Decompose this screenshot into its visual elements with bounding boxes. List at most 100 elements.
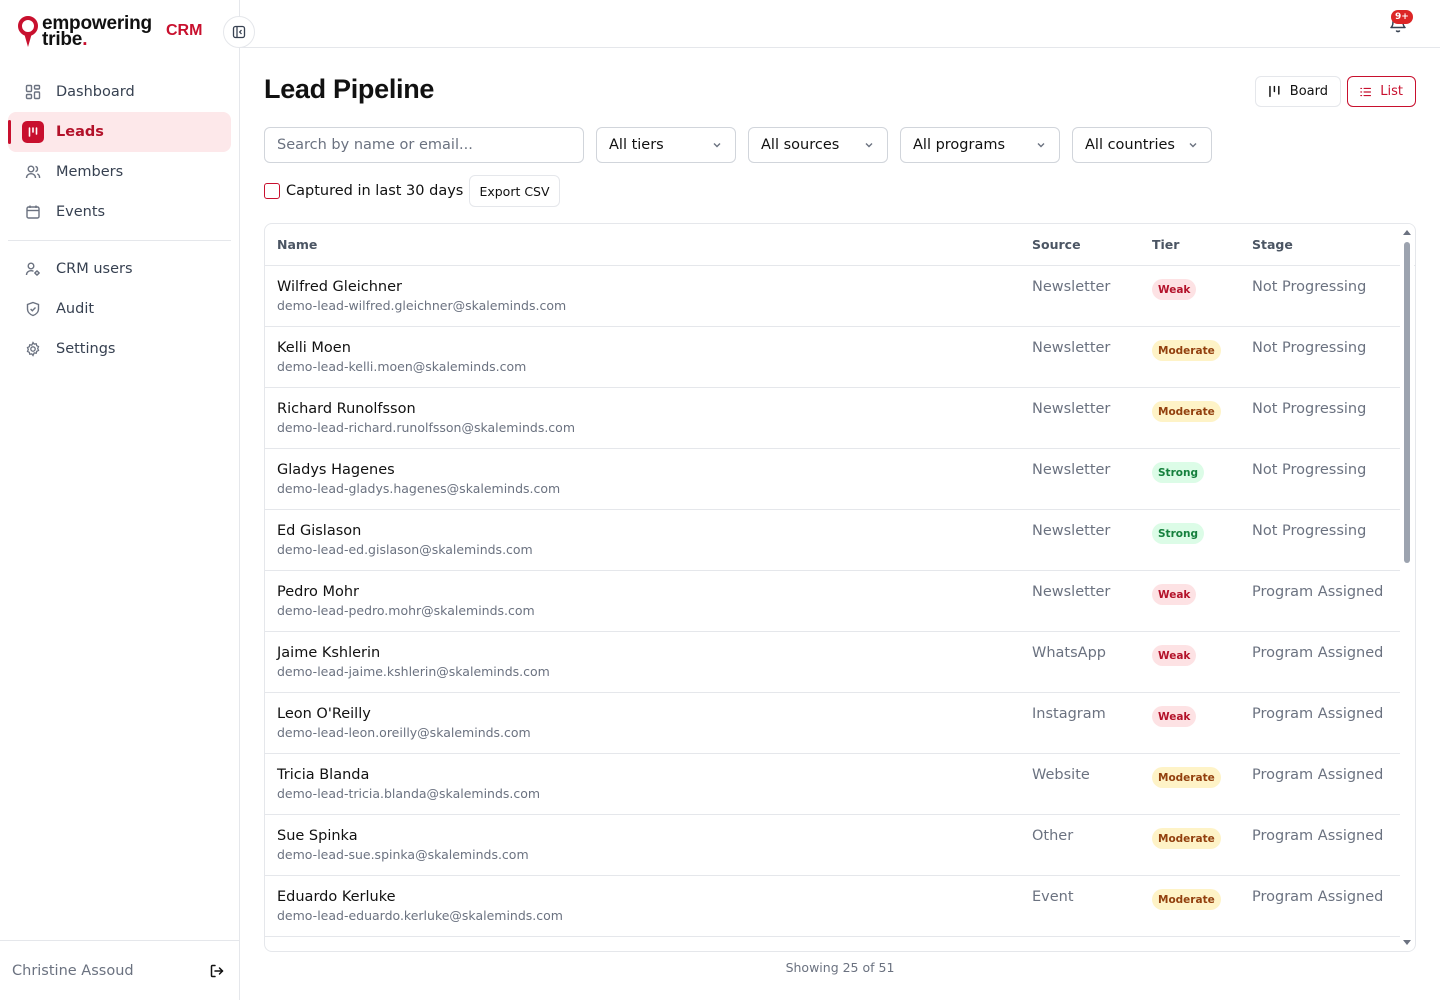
sidebar-item-leads[interactable]: Leads (8, 112, 231, 152)
leads-table: Name Source Tier Stage Wilfred Gleichner… (264, 223, 1416, 952)
lead-source: Instagram (1032, 706, 1106, 722)
panel-collapse-icon (232, 25, 246, 39)
country-filter-select[interactable]: All countries (1072, 127, 1212, 163)
page-title: Lead Pipeline (264, 74, 435, 104)
brand-line2: tribe (42, 29, 83, 50)
recent-capture-filter: Captured in last 30 days (264, 175, 463, 207)
table-row[interactable]: Richard Runolfsson demo-lead-richard.runo… (265, 388, 1401, 449)
column-header-stage[interactable]: Stage (1252, 237, 1293, 252)
lead-email: demo-lead-sue.spinka@skaleminds.com (277, 847, 529, 862)
sidebar-item-audit[interactable]: Audit (8, 289, 231, 329)
logout-icon[interactable] (207, 961, 227, 981)
program-filter-select[interactable]: All programs (900, 127, 1060, 163)
lead-stage: Program Assigned (1252, 706, 1384, 722)
lead-name: Pedro Mohr (277, 584, 360, 600)
table-header: Name Source Tier Stage (265, 224, 1415, 266)
recent-capture-checkbox[interactable] (264, 183, 280, 199)
list-view-label: List (1380, 84, 1403, 99)
top-bar (240, 0, 1440, 48)
table-row[interactable]: Sue Spinka demo-lead-sue.spinka@skalemind… (265, 815, 1401, 876)
board-view-label: Board (1289, 84, 1328, 99)
brand-logo[interactable]: empowering tribe. (18, 14, 152, 50)
tier-filter-select[interactable]: All tiers (596, 127, 736, 163)
scroll-up-arrow-icon[interactable] (1403, 230, 1411, 235)
lead-name: Gladys Hagenes (277, 462, 395, 478)
table-row[interactable]: Gladys Hagenes demo-lead-gladys.hagenes@s… (265, 449, 1401, 510)
lead-name: Jaime Kshlerin (277, 645, 381, 661)
lead-email: demo-lead-jaime.kshlerin@skaleminds.com (277, 664, 550, 679)
brand-wordmark: empowering tribe. (42, 14, 152, 50)
sidebar-footer: Christine Assoud (0, 940, 239, 1000)
lead-stage: Not Progressing (1252, 340, 1367, 356)
table-row[interactable]: Jaime Kshlerin demo-lead-jaime.kshlerin@s… (265, 632, 1401, 693)
chevron-down-icon (865, 143, 873, 148)
chevron-down-icon (713, 143, 721, 148)
lead-stage: Not Progressing (1252, 279, 1367, 295)
lead-stage: Not Progressing (1252, 462, 1367, 478)
table-row[interactable]: Eduardo Kerluke demo-lead-eduardo.kerluke… (265, 876, 1401, 937)
board-icon (1269, 85, 1280, 98)
calendar-icon (24, 203, 42, 221)
sidebar-item-dashboard[interactable]: Dashboard (8, 72, 231, 112)
table-row[interactable]: Leon O'Reilly demo-lead-leon.oreilly@skal… (265, 693, 1401, 754)
lead-stage: Not Progressing (1252, 523, 1367, 539)
sidebar-item-crm-users[interactable]: CRM users (8, 249, 231, 289)
gear-icon (24, 340, 42, 358)
sidebar-item-events[interactable]: Events (8, 192, 231, 232)
tier-badge: Moderate (1152, 828, 1221, 849)
pagination-status: Showing 25 of 51 (785, 960, 895, 975)
sidebar-item-settings[interactable]: Settings (8, 329, 231, 369)
scroll-down-arrow-icon[interactable] (1403, 940, 1411, 945)
table-row[interactable]: Tricia Blanda demo-lead-tricia.blanda@ska… (265, 754, 1401, 815)
lead-name: Tricia Blanda (277, 767, 370, 783)
source-filter-select[interactable]: All sources (748, 127, 888, 163)
board-view-button[interactable]: Board (1255, 76, 1341, 107)
table-row[interactable]: Pedro Mohr demo-lead-pedro.mohr@skalemind… (265, 571, 1401, 632)
search-input[interactable] (264, 127, 584, 163)
leads-icon (22, 121, 44, 143)
column-header-source[interactable]: Source (1032, 237, 1081, 252)
tier-badge: Strong (1152, 462, 1204, 483)
lead-email: demo-lead-wilfred.gleichner@skaleminds.c… (277, 298, 567, 313)
logo-pin-icon (18, 16, 38, 47)
lead-stage: Not Progressing (1252, 401, 1367, 417)
chevron-down-icon (1189, 143, 1197, 148)
lead-stage: Program Assigned (1252, 889, 1384, 905)
brand-dot: . (82, 29, 88, 50)
tier-badge: Moderate (1152, 401, 1221, 422)
lead-name: Leon O'Reilly (277, 706, 371, 722)
table-row[interactable]: Wilfred Gleichner demo-lead-wilfred.gleic… (265, 266, 1401, 327)
lead-stage: Program Assigned (1252, 767, 1384, 783)
source-filter-value: All sources (761, 137, 840, 153)
lead-source: Newsletter (1032, 584, 1111, 600)
column-header-name[interactable]: Name (277, 237, 317, 252)
table-body: Wilfred Gleichner demo-lead-wilfred.gleic… (265, 266, 1415, 937)
lead-source: Other (1032, 828, 1074, 844)
nav-divider (8, 240, 231, 241)
list-view-button[interactable]: List (1347, 76, 1416, 107)
column-header-tier[interactable]: Tier (1152, 237, 1179, 252)
scrollbar-thumb[interactable] (1404, 242, 1410, 563)
crm-users-icon (24, 260, 42, 278)
table-scrollbar[interactable] (1400, 224, 1414, 951)
tier-badge: Weak (1152, 706, 1197, 727)
sidebar-item-members[interactable]: Members (8, 152, 231, 192)
sidebar: empowering tribe. CRM Dashboard Leads Me… (0, 0, 240, 1000)
lead-email: demo-lead-richard.runolfsson@skaleminds.… (277, 420, 575, 435)
lead-email: demo-lead-eduardo.kerluke@skaleminds.com (277, 908, 563, 923)
sidebar-collapse-button[interactable] (223, 16, 255, 48)
tier-badge: Weak (1152, 279, 1197, 300)
table-row[interactable]: Kelli Moen demo-lead-kelli.moen@skalemind… (265, 327, 1401, 388)
lead-email: demo-lead-kelli.moen@skaleminds.com (277, 359, 527, 374)
members-icon (24, 163, 42, 181)
lead-email: demo-lead-pedro.mohr@skaleminds.com (277, 603, 535, 618)
export-csv-button[interactable]: Export CSV (469, 175, 560, 207)
lead-source: Event (1032, 889, 1074, 905)
brand-crm-label: CRM (166, 22, 203, 39)
lead-source: Newsletter (1032, 462, 1111, 478)
tier-badge: Weak (1152, 645, 1197, 666)
lead-email: demo-lead-leon.oreilly@skaleminds.com (277, 725, 531, 740)
table-row[interactable]: Ed Gislason demo-lead-ed.gislason@skalemi… (265, 510, 1401, 571)
lead-source: Newsletter (1032, 523, 1111, 539)
lead-stage: Program Assigned (1252, 828, 1384, 844)
